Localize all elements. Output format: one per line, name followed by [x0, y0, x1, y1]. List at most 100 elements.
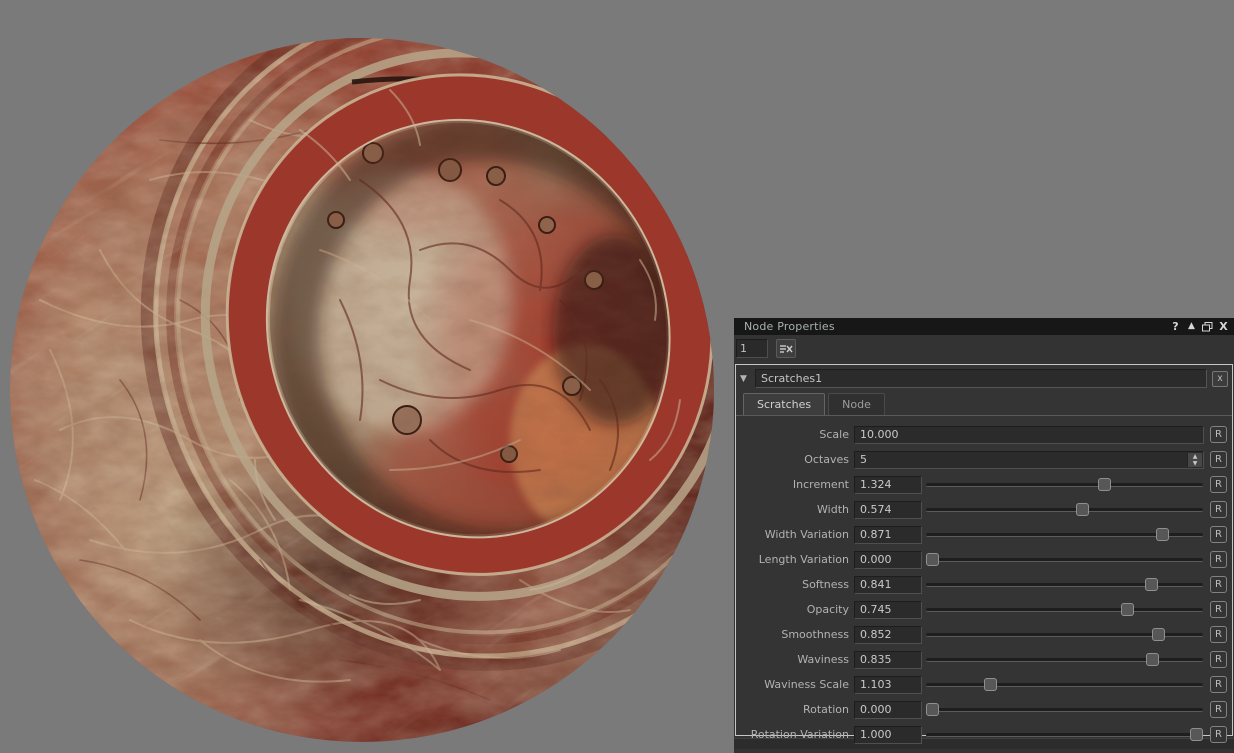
param-row: Increment 1.324 ▲ ▼ R [740, 472, 1227, 497]
reset-button[interactable]: R [1210, 726, 1227, 743]
titlebar-buttons: ? ▲ X [1169, 320, 1230, 333]
slider-handle[interactable] [1190, 728, 1203, 741]
slider-handle[interactable] [984, 678, 997, 691]
param-field[interactable]: 0.841 ▲ ▼ [854, 576, 922, 594]
param-row: Octaves 5 ▲ ▼ R [740, 447, 1227, 472]
param-slider[interactable] [926, 578, 1203, 591]
clear-panels-icon [780, 344, 793, 353]
tab-bar: Scratches Node [736, 391, 1232, 416]
param-row: Length Variation 0.000 ▲ ▼ R [740, 547, 1227, 572]
param-label: Length Variation [740, 553, 854, 566]
spin-up-icon[interactable]: ▲ [1188, 453, 1202, 460]
param-field[interactable]: 0.835 ▲ ▼ [854, 651, 922, 669]
pin-icon[interactable]: ▲ [1185, 320, 1198, 333]
help-icon[interactable]: ? [1169, 320, 1182, 333]
reset-button[interactable]: R [1210, 626, 1227, 643]
panel-titlebar[interactable]: Node Properties ? ▲ X [734, 318, 1234, 335]
param-row: Softness 0.841 ▲ ▼ R [740, 572, 1227, 597]
param-field[interactable]: 1.103 ▲ ▼ [854, 676, 922, 694]
param-value: 1.000 [860, 728, 892, 741]
slider-handle[interactable] [1156, 528, 1169, 541]
param-slider[interactable] [926, 478, 1203, 491]
param-label: Octaves [740, 453, 854, 466]
slider-handle[interactable] [1145, 578, 1158, 591]
slider-track [926, 583, 1203, 587]
param-field[interactable]: 0.000 ▲ ▼ [854, 701, 922, 719]
close-icon[interactable]: X [1217, 320, 1230, 333]
param-label: Increment [740, 478, 854, 491]
slider-handle[interactable] [1146, 653, 1159, 666]
param-label: Scale [740, 428, 854, 441]
reset-button[interactable]: R [1210, 501, 1227, 518]
slider-handle[interactable] [1121, 603, 1134, 616]
tab-node[interactable]: Node [828, 393, 885, 415]
reset-button[interactable]: R [1210, 451, 1227, 468]
slider-track [926, 658, 1203, 662]
max-panels-input[interactable] [736, 339, 768, 358]
param-slider[interactable] [926, 503, 1203, 516]
slider-handle[interactable] [926, 553, 939, 566]
reset-button[interactable]: R [1210, 651, 1227, 668]
param-value: 0.841 [860, 578, 892, 591]
param-field[interactable]: 10.000 ▲ ▼ [854, 426, 1204, 444]
float-window-icon[interactable] [1201, 320, 1214, 333]
slider-track [926, 508, 1203, 512]
reset-button[interactable]: R [1210, 551, 1227, 568]
param-slider[interactable] [926, 678, 1203, 691]
param-slider[interactable] [926, 528, 1203, 541]
param-value: 0.852 [860, 628, 892, 641]
param-row: Width Variation 0.871 ▲ ▼ R [740, 522, 1227, 547]
clear-all-panels-button[interactable] [776, 339, 796, 358]
param-value: 1.324 [860, 478, 892, 491]
param-label: Opacity [740, 603, 854, 616]
close-node-button[interactable]: x [1212, 371, 1228, 387]
param-row: Scale 10.000 ▲ ▼ R [740, 422, 1227, 447]
param-slider[interactable] [926, 728, 1203, 741]
param-value: 10.000 [860, 428, 899, 441]
param-slider[interactable] [926, 703, 1203, 716]
reset-button[interactable]: R [1210, 476, 1227, 493]
slider-handle[interactable] [1152, 628, 1165, 641]
node-properties-panel: Node Properties ? ▲ X ▼ x [734, 318, 1234, 753]
param-field[interactable]: 0.574 ▲ ▼ [854, 501, 922, 519]
param-row: Waviness 0.835 ▲ ▼ R [740, 647, 1227, 672]
panel-title: Node Properties [744, 320, 1169, 333]
slider-handle[interactable] [1098, 478, 1111, 491]
param-slider[interactable] [926, 603, 1203, 616]
node-header: ▼ x [736, 365, 1232, 391]
slider-track [926, 708, 1203, 712]
slider-handle[interactable] [1076, 503, 1089, 516]
tab-scratches[interactable]: Scratches [743, 393, 825, 415]
spin-buttons[interactable]: ▲ ▼ [1187, 453, 1202, 467]
param-slider[interactable] [926, 653, 1203, 666]
reset-button[interactable]: R [1210, 426, 1227, 443]
reset-button[interactable]: R [1210, 526, 1227, 543]
reset-button[interactable]: R [1210, 576, 1227, 593]
param-label: Softness [740, 578, 854, 591]
param-field[interactable]: 0.000 ▲ ▼ [854, 551, 922, 569]
param-field[interactable]: 0.871 ▲ ▼ [854, 526, 922, 544]
param-label: Width [740, 503, 854, 516]
reset-button[interactable]: R [1210, 701, 1227, 718]
param-slider[interactable] [926, 553, 1203, 566]
slider-handle[interactable] [926, 703, 939, 716]
param-label: Rotation Variation [740, 728, 854, 741]
param-value: 0.574 [860, 503, 892, 516]
param-value: 5 [860, 453, 867, 466]
param-field[interactable]: 1.324 ▲ ▼ [854, 476, 922, 494]
reset-button[interactable]: R [1210, 601, 1227, 618]
param-label: Width Variation [740, 528, 854, 541]
reset-button[interactable]: R [1210, 676, 1227, 693]
collapse-icon[interactable]: ▼ [740, 374, 750, 384]
param-field[interactable]: 0.745 ▲ ▼ [854, 601, 922, 619]
slider-track [926, 608, 1203, 612]
slider-track [926, 683, 1203, 687]
param-field[interactable]: 0.852 ▲ ▼ [854, 626, 922, 644]
param-field[interactable]: 5 ▲ ▼ [854, 451, 1204, 469]
node-name-input[interactable] [755, 369, 1207, 388]
param-field[interactable]: 1.000 ▲ ▼ [854, 726, 922, 744]
param-value: 0.745 [860, 603, 892, 616]
param-row: Opacity 0.745 ▲ ▼ R [740, 597, 1227, 622]
spin-down-icon[interactable]: ▼ [1188, 460, 1202, 467]
param-slider[interactable] [926, 628, 1203, 641]
